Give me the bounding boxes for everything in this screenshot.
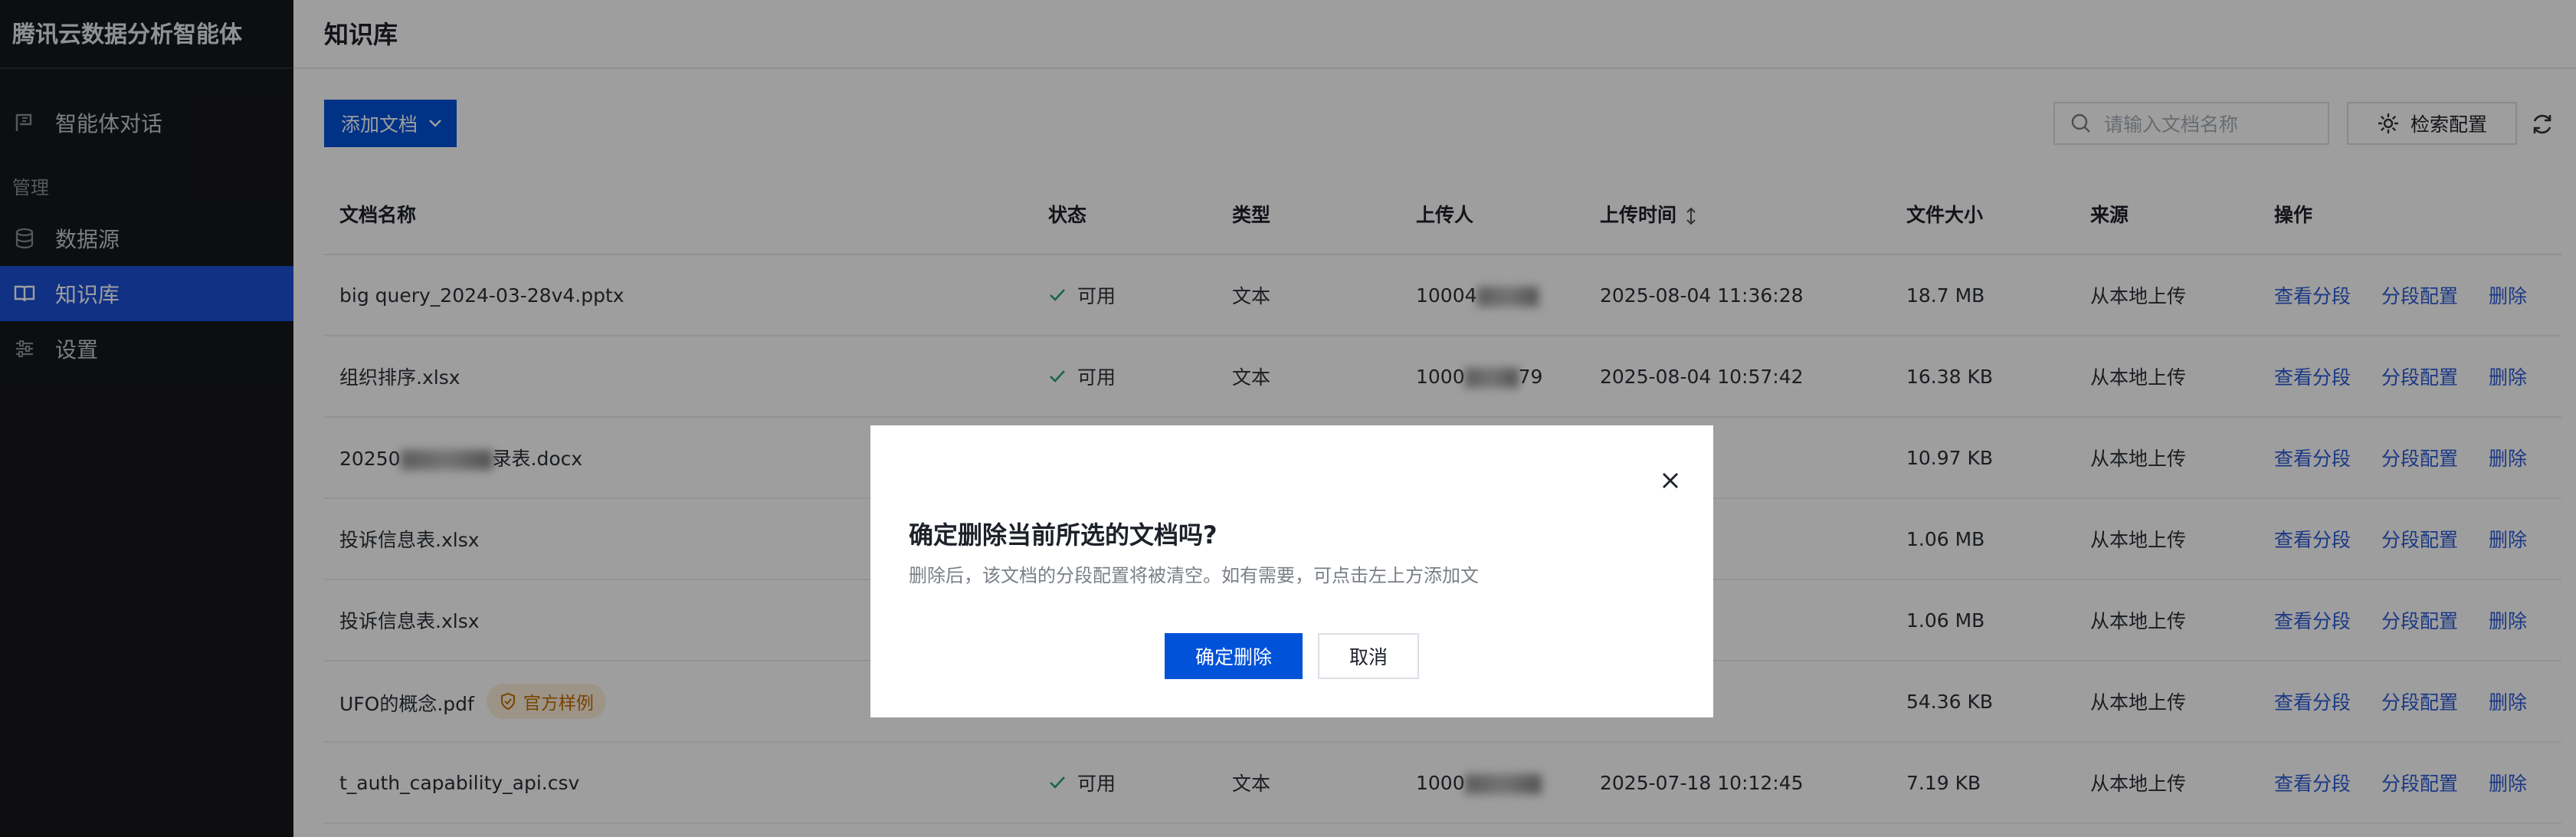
dialog-body: 删除后，该文档的分段配置将被清空。如有需要，可点击左上方添加文: [909, 565, 1479, 586]
dialog-title: 确定删除当前所选的文档吗?: [909, 520, 1218, 550]
confirm-delete-button[interactable]: 确定删除: [1165, 633, 1303, 679]
cancel-button[interactable]: 取消: [1318, 633, 1419, 679]
close-icon[interactable]: [1658, 468, 1683, 493]
delete-confirm-dialog: 确定删除当前所选的文档吗? 删除后，该文档的分段配置将被清空。如有需要，可点击左…: [870, 425, 1713, 717]
